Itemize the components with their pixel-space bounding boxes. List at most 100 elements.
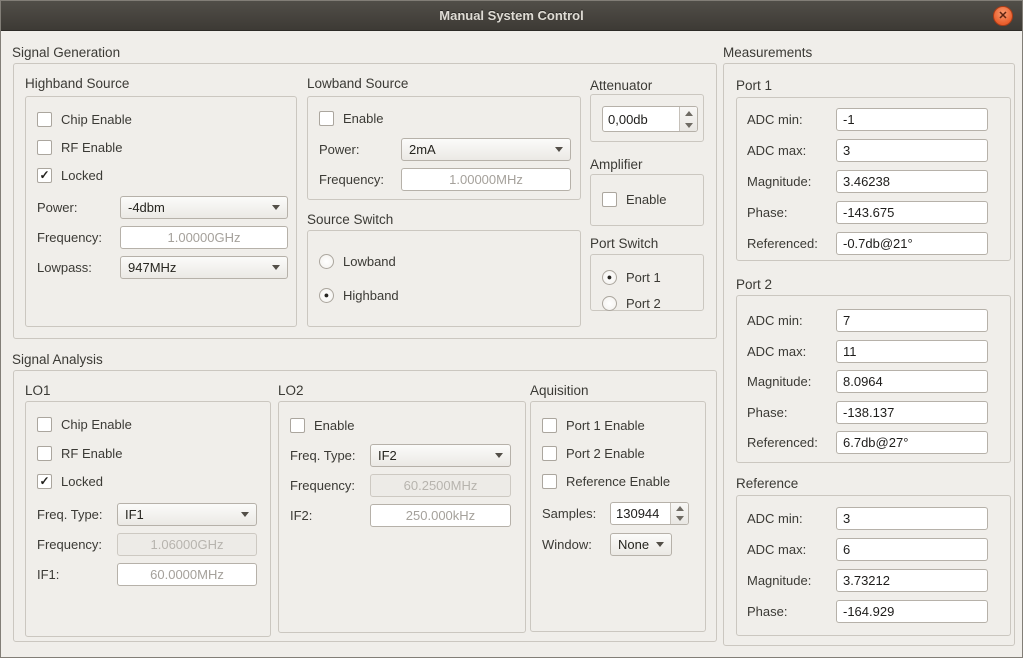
radio-port-1[interactable]: ● Port 1 [602, 269, 661, 285]
lo1-if1-label: IF1: [37, 567, 59, 582]
checkbox-hb-rf-enable[interactable]: RF Enable [37, 139, 122, 155]
checkbox-box: ✓ [37, 474, 52, 489]
lb-power-combo[interactable]: 2mA [401, 138, 571, 161]
m-reference-title: Reference [736, 476, 798, 491]
lb-frequency-input[interactable] [401, 168, 571, 191]
checkbox-box [542, 474, 557, 489]
p1-magnitude-label: Magnitude: [747, 174, 811, 189]
checkbox-label: Locked [61, 168, 103, 183]
p1-adc-max-input[interactable] [836, 139, 988, 162]
radio-circle [319, 254, 334, 269]
radio-source-highband[interactable]: ● Highband [319, 287, 399, 303]
p2-magnitude-input[interactable] [836, 370, 988, 393]
checkbox-box [37, 417, 52, 432]
checkbox-hb-chip-enable[interactable]: Chip Enable [37, 111, 132, 127]
checkbox-hb-locked[interactable]: ✓ Locked [37, 167, 103, 183]
chevron-down-icon [555, 147, 563, 152]
lo1-frequency-input [117, 533, 257, 556]
p2-adc-max-label: ADC max: [747, 344, 806, 359]
checkbox-box [290, 418, 305, 433]
highband-source-title: Highband Source [25, 76, 129, 91]
radio-source-lowband[interactable]: Lowband [319, 253, 396, 269]
lo2-title: LO2 [278, 383, 304, 398]
aq-samples-input[interactable] [611, 503, 670, 524]
checkbox-lo1-locked[interactable]: ✓ Locked [37, 473, 103, 489]
p2-adc-max-input[interactable] [836, 340, 988, 363]
hb-frequency-input[interactable] [120, 226, 288, 249]
lowband-source-title: Lowband Source [307, 76, 408, 91]
p1-adc-min-input[interactable] [836, 108, 988, 131]
checkbox-lo1-rf-enable[interactable]: RF Enable [37, 445, 122, 461]
hb-lowpass-combo[interactable]: 947MHz [120, 256, 288, 279]
checkbox-aq-port2-enable[interactable]: Port 2 Enable [542, 445, 645, 461]
ref-phase-input[interactable] [836, 600, 988, 623]
hb-lowpass-label: Lowpass: [37, 260, 92, 275]
checkbox-box [542, 446, 557, 461]
spin-up-button[interactable] [680, 107, 697, 119]
p2-adc-min-label: ADC min: [747, 313, 803, 328]
checkbox-label: Port 2 Enable [566, 446, 645, 461]
combo-value: IF2 [378, 448, 397, 463]
radio-label: Port 2 [626, 296, 661, 311]
checkbox-label: Locked [61, 474, 103, 489]
radio-circle: ● [319, 288, 334, 303]
p2-referenced-input[interactable] [836, 431, 988, 454]
measurements-title: Measurements [723, 45, 812, 60]
lo2-if2-input[interactable] [370, 504, 511, 527]
p1-referenced-input[interactable] [836, 232, 988, 255]
spin-buttons [670, 503, 688, 524]
ref-adc-max-label: ADC max: [747, 542, 806, 557]
source-switch-title: Source Switch [307, 212, 393, 227]
combo-value: -4dbm [128, 200, 165, 215]
lo2-frequency-label: Frequency: [290, 478, 355, 493]
p2-phase-label: Phase: [747, 405, 787, 420]
attenuator-input[interactable] [603, 107, 679, 131]
ref-magnitude-input[interactable] [836, 569, 988, 592]
close-button[interactable]: ✕ [993, 6, 1013, 26]
lo1-frequency-label: Frequency: [37, 537, 102, 552]
p1-adc-max-label: ADC max: [747, 143, 806, 158]
spin-down-button[interactable] [671, 514, 688, 525]
ref-adc-min-label: ADC min: [747, 511, 803, 526]
lo1-if1-input[interactable] [117, 563, 257, 586]
aq-window-combo[interactable]: None [610, 533, 672, 556]
aq-samples-label: Samples: [542, 506, 596, 521]
checkbox-aq-port1-enable[interactable]: Port 1 Enable [542, 417, 645, 433]
p1-referenced-label: Referenced: [747, 236, 818, 251]
source-switch-group [307, 230, 581, 327]
radio-port-2[interactable]: Port 2 [602, 295, 661, 311]
ref-phase-label: Phase: [747, 604, 787, 619]
manual-system-control-window: Manual System Control ✕ Signal Generatio… [0, 0, 1023, 658]
hb-power-combo[interactable]: -4dbm [120, 196, 288, 219]
signal-analysis-title: Signal Analysis [12, 352, 103, 367]
checkbox-amplifier-enable[interactable]: Enable [602, 191, 666, 207]
checkbox-label: Reference Enable [566, 474, 670, 489]
titlebar[interactable]: Manual System Control ✕ [1, 1, 1022, 31]
p1-magnitude-input[interactable] [836, 170, 988, 193]
checkbox-lo1-chip-enable[interactable]: Chip Enable [37, 416, 132, 432]
signal-generation-title: Signal Generation [12, 45, 120, 60]
checkbox-aq-reference-enable[interactable]: Reference Enable [542, 473, 670, 489]
radio-circle [602, 296, 617, 311]
combo-value: IF1 [125, 507, 144, 522]
checkbox-box [542, 418, 557, 433]
checkbox-lo2-enable[interactable]: Enable [290, 417, 354, 433]
lb-power-label: Power: [319, 142, 359, 157]
aq-samples-spinbox[interactable] [610, 502, 689, 525]
attenuator-title: Attenuator [590, 78, 652, 93]
p1-phase-input[interactable] [836, 201, 988, 224]
lo2-freq-type-combo[interactable]: IF2 [370, 444, 511, 467]
p2-adc-min-input[interactable] [836, 309, 988, 332]
lo1-freq-type-combo[interactable]: IF1 [117, 503, 257, 526]
attenuator-spinbox[interactable] [602, 106, 698, 132]
p2-phase-input[interactable] [836, 401, 988, 424]
radio-dot-icon: ● [324, 291, 329, 300]
ref-adc-max-input[interactable] [836, 538, 988, 561]
spin-up-button[interactable] [671, 503, 688, 514]
checkbox-box: ✓ [37, 168, 52, 183]
ref-adc-min-input[interactable] [836, 507, 988, 530]
checkbox-lb-enable[interactable]: Enable [319, 110, 383, 126]
spin-down-button[interactable] [680, 119, 697, 131]
lo2-frequency-input [370, 474, 511, 497]
spin-up-icon [685, 111, 693, 116]
